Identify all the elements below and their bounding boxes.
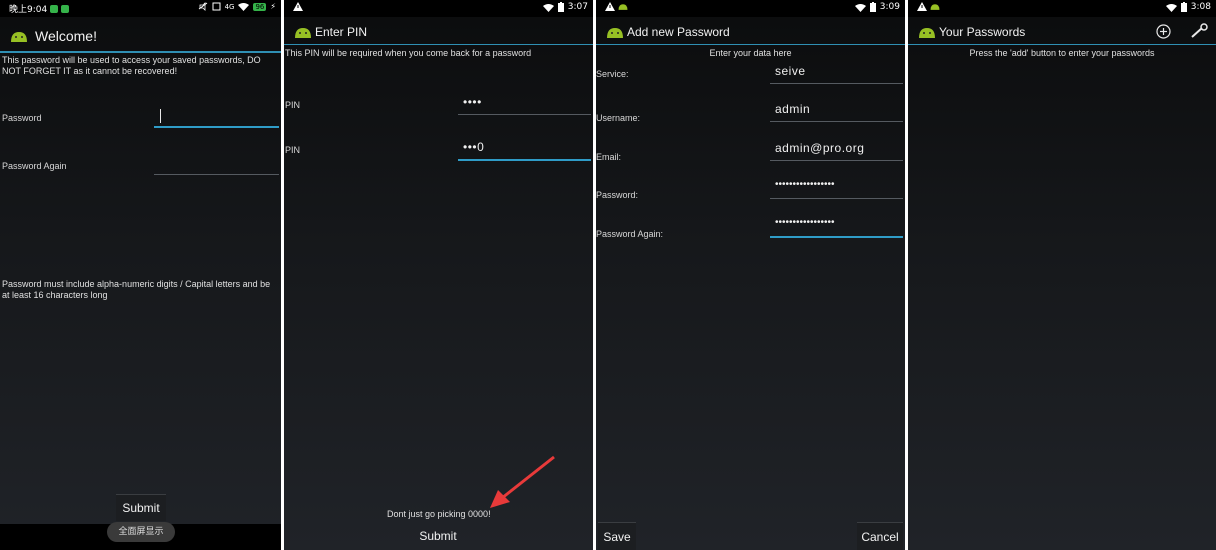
page-title: Your Passwords	[939, 25, 1026, 39]
status-bar: 晚上9:04 4G 96 ⚡	[0, 0, 281, 17]
wifi-icon	[1165, 3, 1177, 12]
wifi-icon	[238, 3, 250, 11]
status-time: 晚上9:04	[9, 5, 48, 15]
page-title: Add new Password	[627, 25, 730, 39]
pin-label: PIN	[285, 100, 301, 110]
username-field[interactable]: admin	[770, 99, 903, 122]
app-logo-icon	[607, 28, 623, 38]
email-label: Email:	[596, 152, 622, 162]
app-logo-icon	[618, 4, 628, 10]
status-time: 3:08	[1190, 2, 1211, 12]
status-bar: 3:09	[596, 0, 905, 17]
page-title: Welcome!	[35, 28, 97, 44]
nfc-icon	[212, 2, 221, 11]
title-divider	[0, 51, 281, 53]
battery-icon	[557, 2, 564, 12]
title-divider	[908, 44, 1216, 45]
intro-text: Enter your data here	[709, 48, 792, 58]
email-field[interactable]: admin@pro.org	[770, 138, 903, 161]
screen-enter-pin: 3:07 Enter PIN This PIN will be required…	[284, 0, 593, 550]
submit-button[interactable]: Submit	[116, 494, 166, 521]
notification-icon	[50, 4, 59, 13]
title-divider	[596, 44, 905, 45]
password-again-label: Password Again	[2, 161, 67, 171]
screen-add-password: 3:09 Add new Password Enter your data he…	[596, 0, 905, 550]
save-button[interactable]: Save	[598, 522, 636, 550]
settings-wrench-icon[interactable]	[1190, 23, 1208, 39]
submit-button[interactable]: Submit	[408, 525, 468, 547]
password-again-field[interactable]: •••••••••••••••••	[770, 214, 903, 238]
app-logo-icon	[930, 4, 940, 10]
mute-icon	[198, 2, 207, 11]
app-logo-icon	[295, 28, 311, 38]
cancel-button[interactable]: Cancel	[857, 522, 903, 550]
pin-warning-text: Dont just go picking 0000!	[387, 509, 491, 519]
intro-text: This PIN will be required when you come …	[285, 48, 532, 58]
screen-welcome: 晚上9:04 4G 96 ⚡ Welcome! This password wi…	[0, 0, 281, 550]
fullscreen-toggle-button[interactable]: 全面屏显示	[107, 522, 175, 542]
battery-icon	[1180, 2, 1187, 12]
action-bar: Your Passwords	[908, 17, 1216, 45]
status-bar: 3:08	[908, 0, 1216, 17]
title-divider	[284, 44, 593, 45]
password-again-field[interactable]	[154, 152, 279, 175]
password-field[interactable]	[154, 104, 279, 128]
pin-confirm-value: •••0	[463, 140, 485, 154]
password-field[interactable]: •••••••••••••••••	[770, 176, 903, 199]
action-bar: Add new Password	[596, 17, 905, 45]
email-value: admin@pro.org	[775, 141, 865, 155]
service-value: seive	[775, 64, 806, 78]
username-value: admin	[775, 102, 811, 116]
battery-icon	[869, 2, 876, 12]
service-label: Service:	[596, 69, 629, 79]
battery-icon: 96	[253, 2, 267, 11]
add-icon[interactable]	[1156, 24, 1171, 39]
charging-icon: ⚡	[270, 2, 276, 11]
warning-icon	[917, 2, 927, 11]
text-cursor	[160, 109, 161, 123]
password-label: Password	[2, 113, 42, 123]
wifi-icon	[542, 3, 554, 12]
app-logo-icon	[919, 28, 935, 38]
password-label: Password:	[596, 190, 639, 200]
app-logo-icon	[11, 32, 27, 42]
intro-text: This password will be used to access you…	[2, 55, 261, 76]
pin-confirm-field[interactable]: •••0	[458, 137, 591, 161]
status-bar: 3:07	[284, 0, 593, 17]
wifi-icon	[854, 3, 866, 12]
action-bar: Welcome!	[0, 17, 281, 52]
password-hint: Password must include alpha-numeric digi…	[2, 279, 271, 300]
warning-icon	[293, 2, 303, 11]
screen-your-passwords: 3:08 Your Passwords Press the 'add' butt…	[908, 0, 1216, 550]
warning-icon	[605, 2, 615, 11]
arrow-annotation	[490, 455, 555, 508]
notification-icon	[61, 4, 70, 13]
username-label: Username:	[596, 113, 641, 123]
status-time: 3:09	[879, 2, 900, 12]
password-value: •••••••••••••••••	[775, 179, 835, 190]
password-again-value: •••••••••••••••••	[775, 217, 835, 228]
signal-icon: 4G	[224, 2, 235, 11]
page-title: Enter PIN	[315, 25, 368, 39]
pin-field[interactable]: ••••	[458, 92, 591, 115]
service-field[interactable]: seive	[770, 61, 903, 84]
pin-value: ••••	[463, 95, 482, 109]
password-again-label: Password Again:	[596, 229, 664, 239]
intro-text: Press the 'add' button to enter your pas…	[969, 48, 1155, 58]
action-bar: Enter PIN	[284, 17, 593, 45]
status-time: 3:07	[567, 2, 588, 12]
pin-confirm-label: PIN	[285, 145, 301, 155]
